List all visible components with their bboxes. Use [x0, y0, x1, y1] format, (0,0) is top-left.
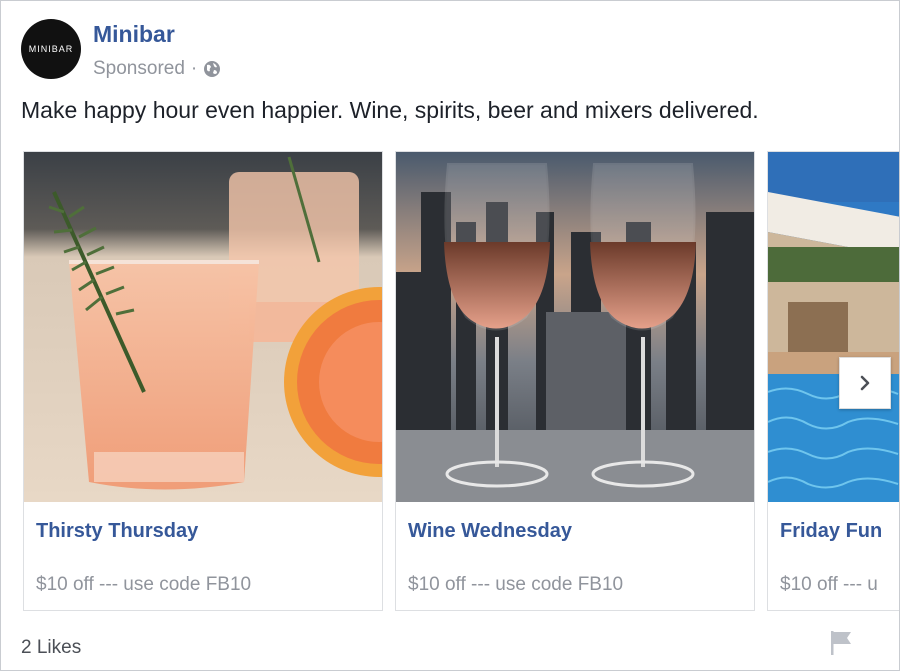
page-name-link[interactable]: Minibar: [93, 21, 175, 48]
card-title-link[interactable]: Friday Fun: [780, 520, 882, 543]
carousel-card[interactable]: Wine Wednesday $10 off --- use code FB10: [395, 151, 755, 611]
card-image-pool[interactable]: [768, 152, 899, 502]
card-image-wine[interactable]: [396, 152, 754, 502]
ad-post: MINIBAR Minibar Sponsored · Make happy h…: [0, 0, 900, 671]
avatar-logo-text: MINIBAR: [28, 44, 74, 54]
sponsored-label[interactable]: Sponsored: [93, 58, 185, 80]
likes-count[interactable]: 2 Likes: [21, 637, 81, 659]
card-title-link[interactable]: Thirsty Thursday: [36, 520, 198, 543]
chevron-right-icon: [860, 375, 870, 391]
carousel-next-button[interactable]: [839, 357, 891, 409]
carousel[interactable]: Thirsty Thursday $10 off --- use code FB…: [23, 151, 899, 613]
flag-icon[interactable]: [827, 629, 857, 657]
avatar[interactable]: MINIBAR: [21, 19, 81, 79]
globe-icon[interactable]: [203, 60, 221, 78]
card-image-cocktail[interactable]: [24, 152, 382, 502]
card-title-link[interactable]: Wine Wednesday: [408, 520, 572, 543]
card-description: $10 off --- u: [780, 574, 878, 595]
meta-separator: ·: [190, 58, 198, 79]
carousel-card[interactable]: Thirsty Thursday $10 off --- use code FB…: [23, 151, 383, 611]
card-description: $10 off --- use code FB10: [36, 574, 252, 595]
post-text: Make happy hour even happier. Wine, spir…: [21, 97, 759, 123]
card-description: $10 off --- use code FB10: [408, 574, 624, 595]
post-meta: Sponsored ·: [93, 58, 221, 80]
